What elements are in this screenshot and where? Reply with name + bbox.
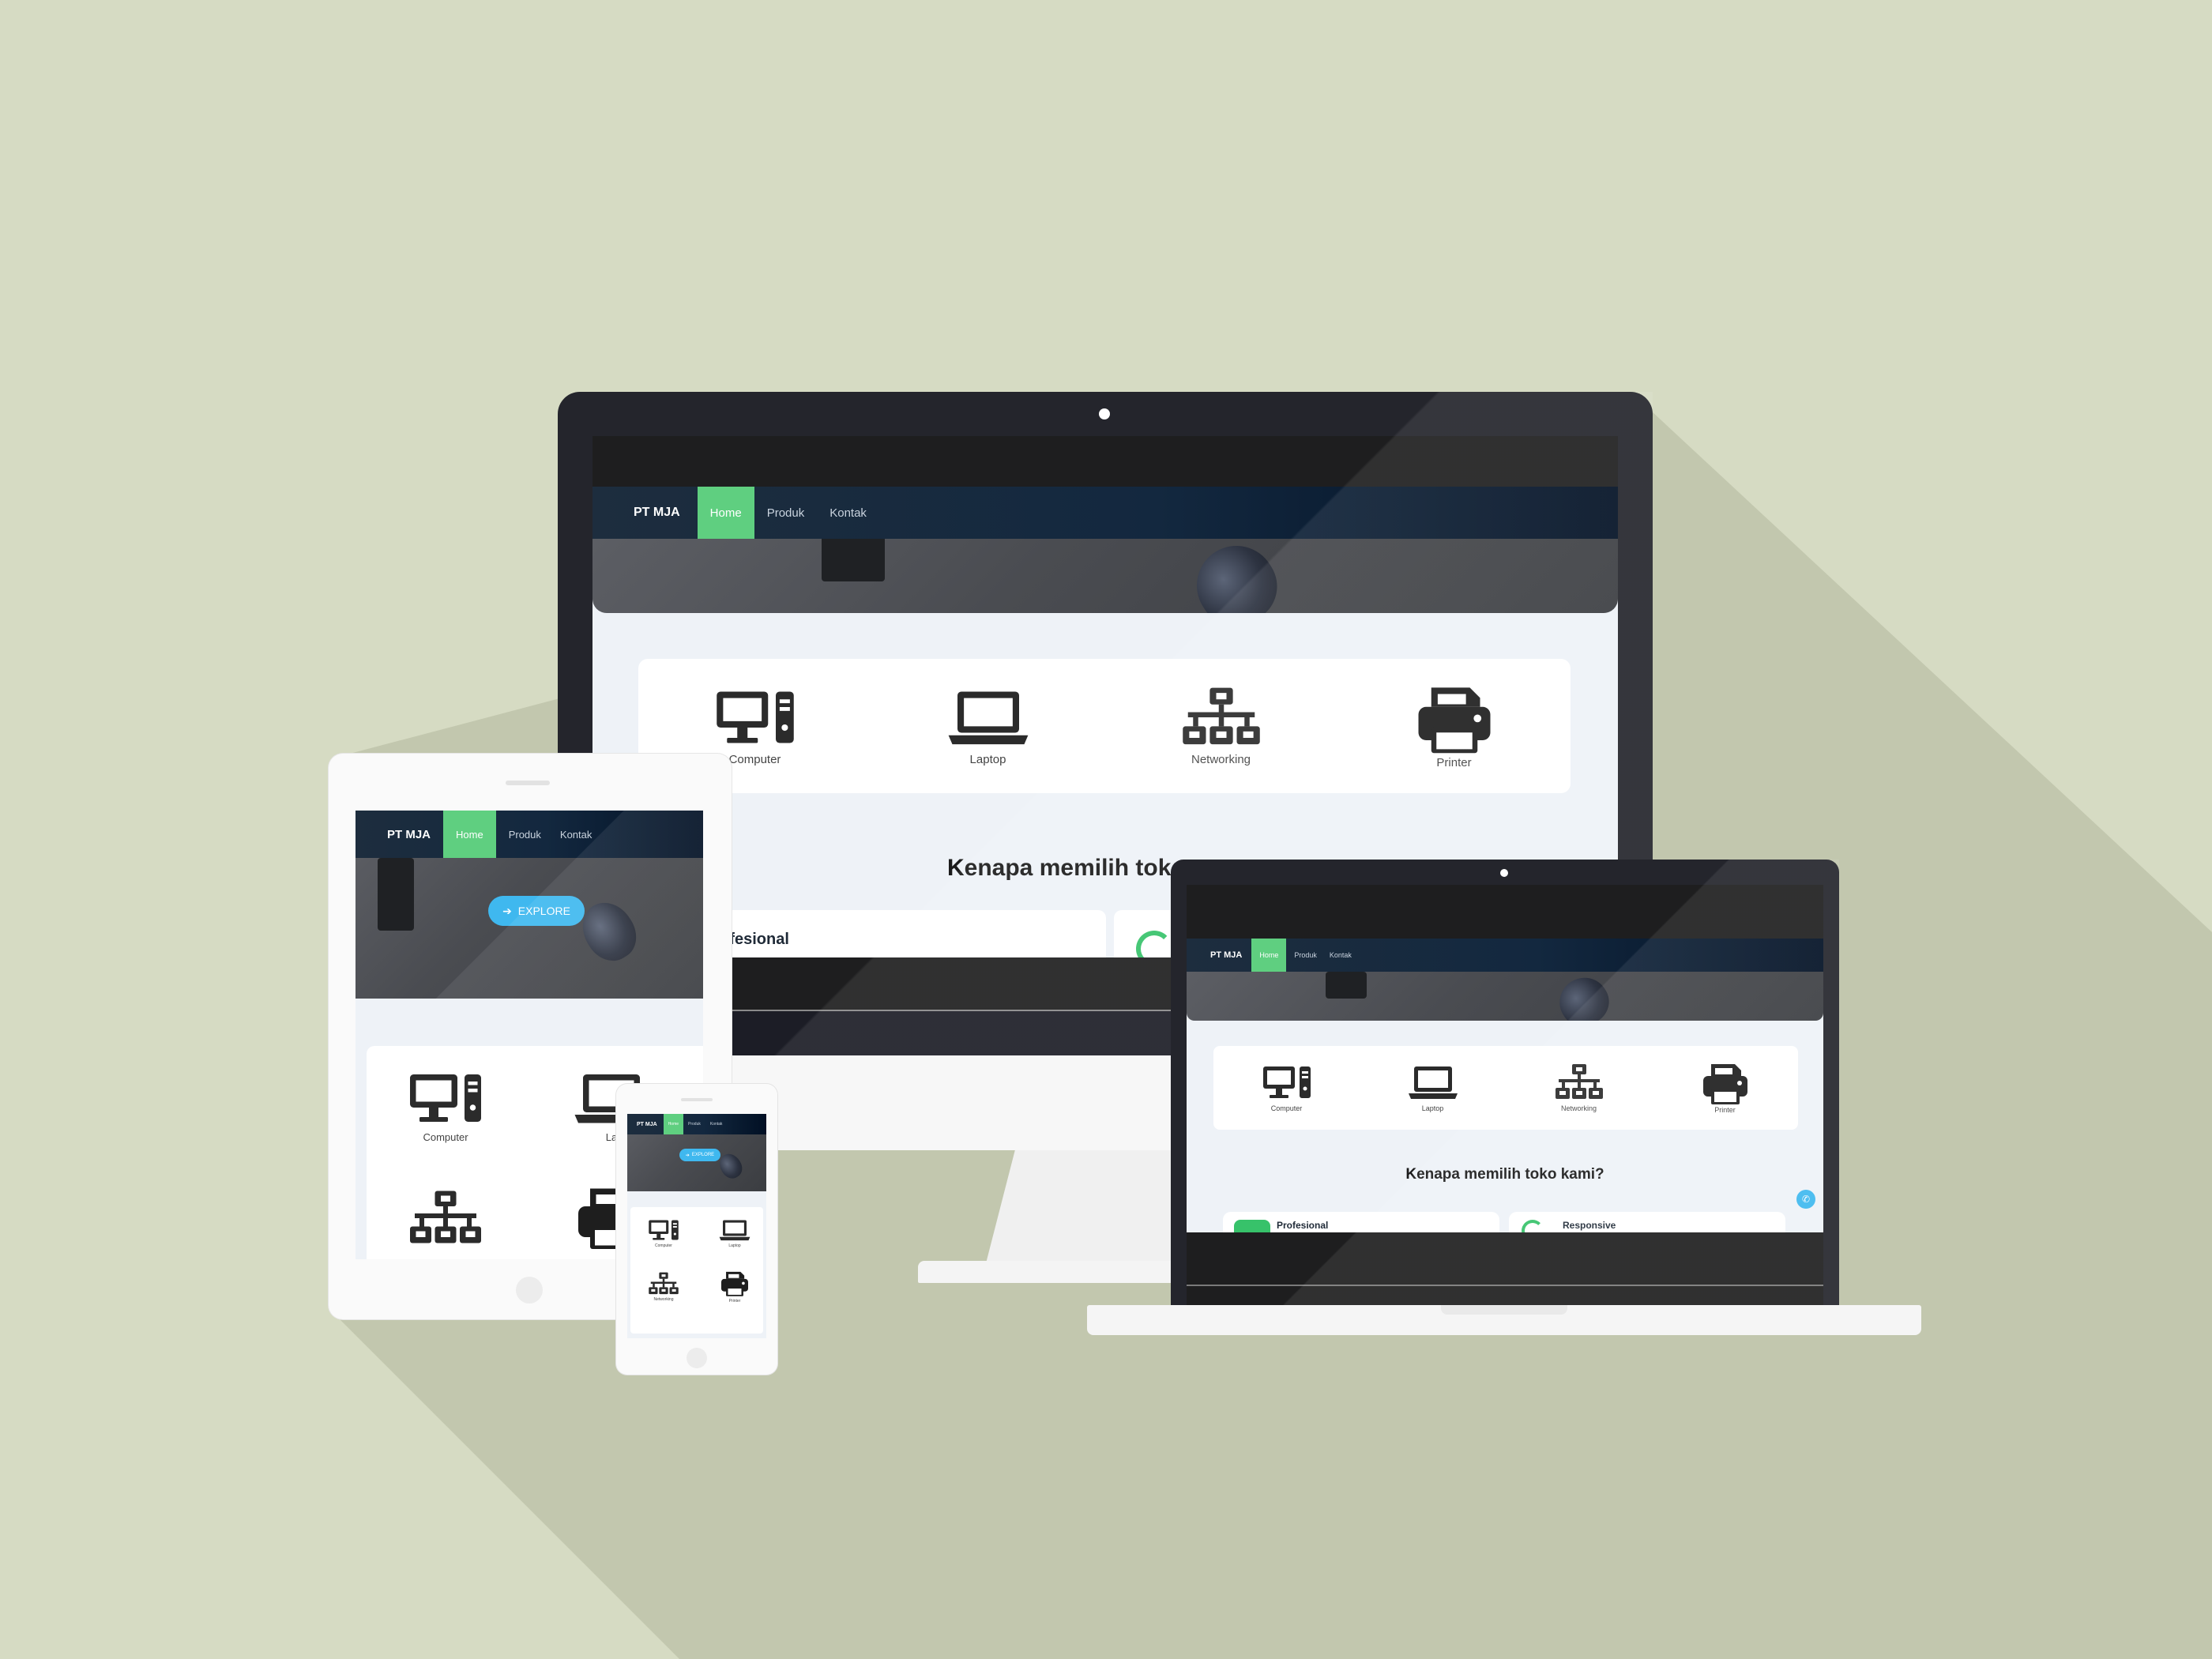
phone-home-button[interactable] [687, 1348, 707, 1368]
hero-phone-object [1326, 972, 1367, 999]
category-computer[interactable]: Computer [714, 687, 796, 766]
laptop-bottombar [1187, 1232, 1823, 1286]
arrow-right-icon: ➔ [502, 904, 512, 917]
monitor-camera [1099, 408, 1110, 419]
phone: PT MJA Home Produk Kontak ➔ EXPLORE Comp… [616, 1084, 777, 1375]
explore-label: EXPLORE [517, 905, 570, 917]
category-networking[interactable]: Networking [1180, 687, 1262, 766]
phone-category-card: Computer Laptop Networking Printer [630, 1207, 763, 1334]
nav-kontak[interactable]: Kontak [554, 811, 598, 858]
category-networking[interactable]: Networking [648, 1272, 679, 1302]
computer-icon [408, 1070, 483, 1127]
nav-home[interactable]: Home [1251, 939, 1287, 972]
tablet-home-button[interactable] [516, 1277, 543, 1304]
nav-produk[interactable]: Produk [683, 1114, 705, 1134]
category-label: Computer [728, 752, 781, 766]
category-printer[interactable]: Printer [1413, 683, 1495, 769]
phone-screen: PT MJA Home Produk Kontak ➔ EXPLORE Comp… [627, 1114, 766, 1338]
category-label: Laptop [728, 1243, 741, 1248]
phone-speaker [681, 1098, 713, 1101]
category-computer[interactable]: Computer [1262, 1063, 1312, 1112]
laptop-screen: PT MJA Home Produk Kontak Computer Lapto… [1187, 885, 1823, 1305]
nav-home[interactable]: Home [697, 487, 754, 539]
category-label: Computer [1270, 1104, 1303, 1112]
nav-produk[interactable]: Produk [754, 487, 818, 539]
printer-icon [1700, 1062, 1751, 1106]
why-title: Kenapa memilih toko kami? [1405, 1166, 1604, 1183]
category-computer[interactable]: Computer [648, 1218, 679, 1248]
category-networking[interactable]: Networking [1554, 1063, 1604, 1112]
networking-icon [1554, 1063, 1604, 1101]
nav-home[interactable]: Home [663, 1114, 684, 1134]
category-laptop[interactable]: Laptop [1408, 1063, 1458, 1112]
nav-produk[interactable]: Produk [496, 811, 554, 858]
explore-button[interactable]: ➔ EXPLORE [488, 896, 585, 926]
laptop-category-card: Computer Laptop Networking Printer [1213, 1046, 1798, 1130]
laptop-footer-area [1187, 1286, 1823, 1305]
desktop-navbar: PT MJA Home Produk Kontak [592, 487, 1618, 539]
explore-label: EXPLORE [691, 1153, 715, 1157]
computer-icon [648, 1218, 679, 1242]
computer-icon [714, 687, 796, 748]
printer-icon [719, 1270, 750, 1297]
category-label: Printer [728, 1299, 741, 1304]
category-label: Laptop [1421, 1104, 1444, 1112]
tablet-speaker [506, 781, 550, 785]
nav-kontak[interactable]: Kontak [1325, 939, 1356, 972]
category-label: Networking [1560, 1104, 1597, 1112]
category-laptop[interactable]: Laptop [947, 687, 1029, 766]
why-title: Kenapa memilih tok [947, 855, 1172, 881]
category-printer[interactable]: Printer [1700, 1062, 1751, 1114]
computer-icon [1262, 1063, 1312, 1101]
arrow-right-icon: ➔ [685, 1153, 690, 1158]
explore-button[interactable]: ➔ EXPLORE [679, 1149, 720, 1161]
feature-title: Responsive [1563, 1220, 1616, 1231]
category-label: Networking [1191, 752, 1251, 766]
nav-kontak[interactable]: Kontak [705, 1114, 728, 1134]
nav-produk[interactable]: Produk [1286, 939, 1325, 972]
category-networking[interactable] [408, 1188, 483, 1248]
category-label: Printer [1436, 755, 1472, 769]
brand-logo[interactable]: PT MJA [356, 811, 443, 858]
networking-icon [1180, 687, 1262, 748]
whatsapp-icon[interactable]: ✆ [1796, 1190, 1815, 1209]
networking-icon [648, 1272, 679, 1296]
brand-logo[interactable]: PT MJA [627, 1114, 664, 1134]
category-label: Networking [653, 1297, 674, 1302]
category-computer[interactable]: Computer [408, 1070, 483, 1143]
category-label: Printer [1714, 1106, 1736, 1114]
category-label: Computer [423, 1131, 468, 1143]
laptop-base-notch [1441, 1305, 1567, 1315]
hero-phone-object [378, 858, 414, 931]
category-laptop[interactable]: Laptop [719, 1218, 750, 1248]
nav-home[interactable]: Home [443, 811, 496, 858]
printer-icon [1413, 683, 1495, 756]
laptop: PT MJA Home Produk Kontak Computer Lapto… [1171, 860, 1839, 1305]
feature-title: Profesional [1277, 1220, 1329, 1231]
nav-kontak[interactable]: Kontak [817, 487, 879, 539]
category-label: Computer [655, 1243, 672, 1248]
laptop-base [1087, 1305, 1921, 1335]
hero-phone-object [822, 534, 885, 581]
networking-icon [408, 1188, 483, 1248]
desktop-category-card: Computer Laptop Networking Printer [638, 659, 1571, 793]
category-printer[interactable]: Printer [719, 1270, 750, 1304]
hero-mouse-object [1550, 969, 1618, 1021]
category-label: Laptop [969, 752, 1006, 766]
tablet-navbar: PT MJA Home Produk Kontak [356, 811, 703, 858]
phone-navbar: PT MJA Home Produk Kontak [627, 1114, 766, 1134]
laptop-navbar: PT MJA Home Produk Kontak [1187, 939, 1823, 972]
laptop-icon [719, 1218, 750, 1242]
laptop-camera [1500, 869, 1508, 877]
laptop-icon [947, 687, 1029, 748]
brand-logo[interactable]: PT MJA [592, 487, 698, 539]
laptop-topbar [1187, 885, 1823, 939]
desktop-topbar [592, 436, 1618, 487]
laptop-icon [1408, 1063, 1458, 1101]
brand-logo[interactable]: PT MJA [1187, 939, 1251, 972]
hero-mouse-object [1182, 531, 1291, 613]
